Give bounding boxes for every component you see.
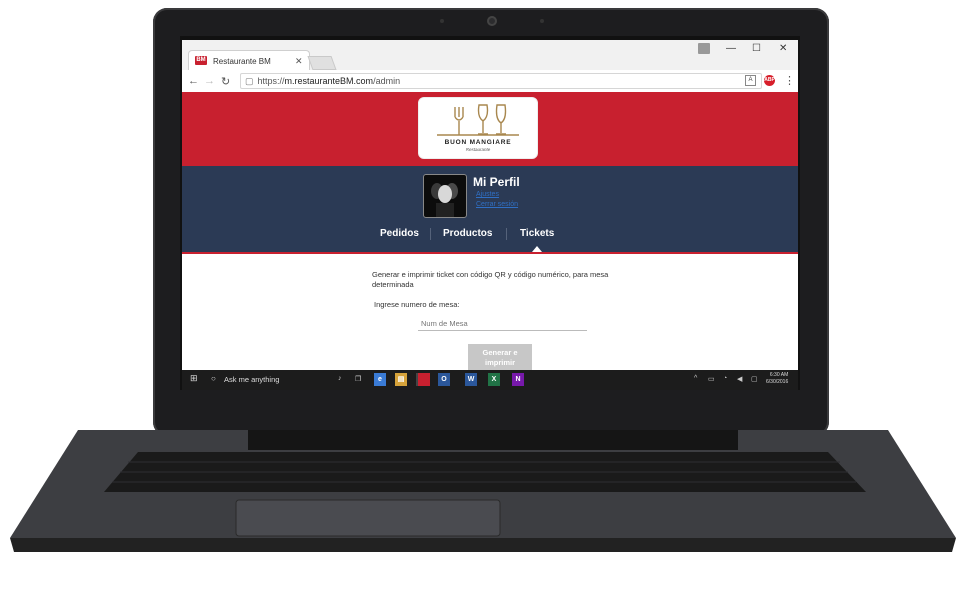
- message-icon[interactable]: ▢: [751, 375, 758, 383]
- nav-divider: [430, 228, 431, 240]
- back-icon[interactable]: ←: [188, 75, 199, 87]
- tab-pedidos[interactable]: Pedidos: [380, 228, 419, 239]
- browser-tab[interactable]: BM Restaurante BM ✕: [188, 50, 310, 71]
- minimize-icon[interactable]: —: [726, 43, 736, 54]
- tab-close-icon[interactable]: ✕: [295, 56, 303, 67]
- profile-title: Mi Perfil: [473, 175, 520, 189]
- laptop-base: [8, 430, 958, 560]
- volume-icon[interactable]: ◀: [737, 375, 742, 383]
- url-host: m.restauranteBM.com: [284, 76, 374, 86]
- maximize-icon[interactable]: ☐: [752, 43, 761, 54]
- site-header: BUON MANGIARE Restaurante: [182, 92, 798, 166]
- clock[interactable]: 6:30 AM 6/30/2016: [766, 372, 788, 386]
- edge-icon[interactable]: e: [374, 373, 386, 386]
- tickets-description: Generar e imprimir ticket con código QR …: [372, 270, 609, 289]
- address-bar[interactable]: ▢ https://m.restauranteBM.com/admin: [240, 73, 762, 89]
- cortana-icon[interactable]: ○: [211, 374, 216, 383]
- tab-tickets[interactable]: Tickets: [520, 228, 554, 239]
- task-view-icon[interactable]: ❐: [355, 375, 361, 383]
- microphone-icon[interactable]: ♪: [338, 375, 342, 382]
- sensor-dot: [440, 19, 444, 23]
- avatar[interactable]: [423, 174, 467, 218]
- favicon: BM: [195, 56, 207, 65]
- file-explorer-icon[interactable]: ▤: [395, 373, 407, 386]
- word-icon[interactable]: W: [465, 373, 477, 386]
- onenote-icon[interactable]: N: [512, 373, 524, 386]
- mesa-label: Ingrese numero de mesa:: [374, 300, 460, 309]
- new-tab-button[interactable]: [307, 56, 337, 70]
- tab-strip: BM Restaurante BM ✕ — ☐ ✕: [182, 40, 798, 71]
- taskbar-search[interactable]: Ask me anything: [224, 375, 279, 384]
- lock-icon: ▢: [245, 76, 254, 86]
- tickets-panel: Generar e imprimir ticket con código QR …: [182, 254, 798, 372]
- mesa-input[interactable]: [418, 316, 587, 331]
- outlook-icon[interactable]: O: [438, 373, 450, 386]
- hinge: [248, 430, 738, 450]
- window-close-icon[interactable]: ✕: [779, 43, 787, 54]
- logo-icon: [437, 104, 519, 136]
- nav-divider: [506, 228, 507, 240]
- adblock-icon[interactable]: ABP: [764, 75, 775, 86]
- logo-title: BUON MANGIARE: [444, 139, 512, 146]
- tab-title: Restaurante BM: [213, 57, 271, 66]
- clock-time: 6:30 AM: [769, 372, 789, 378]
- webcam: [487, 16, 497, 26]
- excel-icon[interactable]: X: [488, 373, 500, 386]
- chevron-up-icon[interactable]: ^: [694, 375, 697, 382]
- logo-subtitle: Restaurante: [465, 147, 491, 152]
- profile-nav-panel: Mi Perfil Ajustes Cerrar sesión Pedidos …: [182, 166, 798, 252]
- battery-icon[interactable]: ▭: [708, 375, 715, 383]
- translate-icon[interactable]: A: [745, 75, 756, 86]
- wifi-icon[interactable]: ◔: [723, 375, 727, 382]
- forward-icon[interactable]: →: [204, 75, 215, 87]
- logout-link[interactable]: Cerrar sesión: [476, 201, 518, 208]
- clock-date: 6/30/2016: [766, 379, 789, 385]
- reload-icon[interactable]: ↻: [221, 75, 230, 88]
- tab-productos[interactable]: Productos: [443, 228, 492, 239]
- settings-link[interactable]: Ajustes: [476, 191, 499, 198]
- generate-print-button[interactable]: Generar e imprimir: [468, 344, 532, 372]
- site-logo[interactable]: BUON MANGIARE Restaurante: [418, 97, 538, 159]
- url-scheme: https://: [257, 76, 285, 86]
- browser-window: BM Restaurante BM ✕ — ☐ ✕ ← → ↻ ▢ https:/…: [182, 40, 798, 390]
- profile-icon[interactable]: [698, 43, 710, 54]
- taskbar: ⊞ ○ Ask me anything ♪ ❐ e ▤ ▣ O W X N ^ …: [182, 370, 798, 390]
- url-path: /admin: [373, 76, 401, 86]
- toolbar: ← → ↻ ▢ https://m.restauranteBM.com/admin…: [182, 70, 798, 93]
- menu-icon[interactable]: ⋮: [784, 74, 795, 87]
- start-icon[interactable]: ⊞: [190, 373, 198, 384]
- touchpad: [235, 499, 501, 537]
- sensor-dot: [540, 19, 544, 23]
